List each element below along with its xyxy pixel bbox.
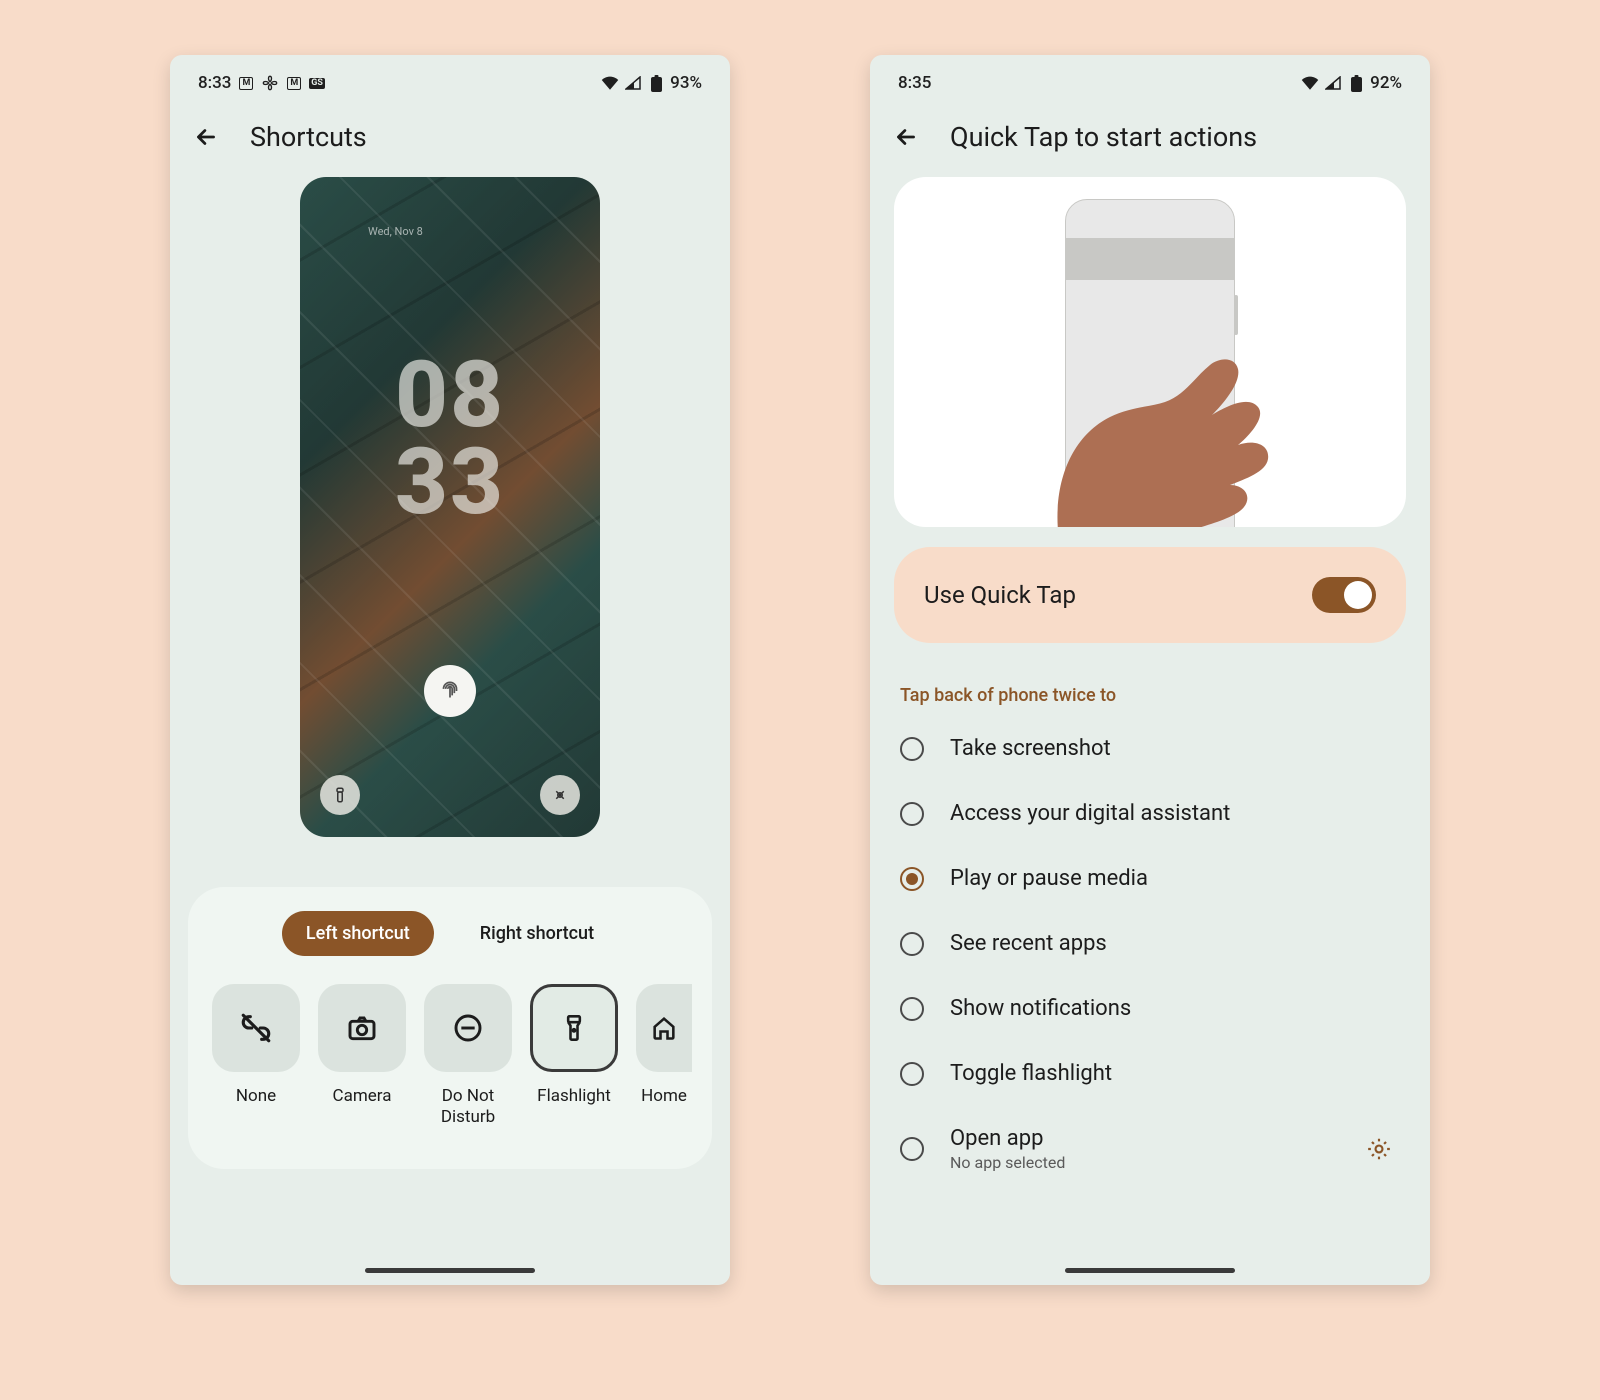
page-title: Shortcuts (250, 121, 367, 153)
radio-icon (900, 1137, 924, 1161)
fingerprint-icon (424, 665, 476, 717)
shortcut-tile[interactable] (318, 984, 406, 1072)
option-flashlight[interactable]: Toggle flashlight (892, 1041, 1408, 1106)
gear-icon (1366, 1136, 1392, 1162)
shortcut-tile[interactable] (636, 984, 692, 1072)
battery-icon (1347, 76, 1365, 90)
tab-row: Left shortcut Right shortcut (206, 911, 694, 956)
shortcut-tile[interactable] (424, 984, 512, 1072)
flashlight-icon (560, 1014, 588, 1042)
shortcut-label: Camera (333, 1086, 392, 1107)
shortcut-picker: Left shortcut Right shortcut None Camera (188, 887, 712, 1169)
fan-icon (261, 76, 279, 90)
shortcut-label: None (236, 1086, 276, 1107)
shortcut-row[interactable]: None Camera Do Not Disturb Flashlight (206, 984, 694, 1129)
shortcut-dnd[interactable]: Do Not Disturb (422, 984, 514, 1129)
status-time: 8:35 (898, 73, 931, 93)
shortcut-home[interactable]: Home (634, 984, 694, 1129)
lock-time-hours: 08 (300, 352, 600, 439)
shortcut-none[interactable]: None (210, 984, 302, 1129)
shortcut-tile[interactable] (212, 984, 300, 1072)
section-label: Tap back of phone twice to (900, 685, 1400, 706)
option-screenshot[interactable]: Take screenshot (892, 716, 1408, 781)
nav-bar[interactable] (1065, 1268, 1235, 1273)
option-assistant[interactable]: Access your digital assistant (892, 781, 1408, 846)
tab-right-shortcut[interactable]: Right shortcut (456, 911, 618, 956)
radio-label: Toggle flashlight (950, 1061, 1400, 1086)
signal-icon (1324, 76, 1342, 90)
wifi-icon (601, 76, 619, 90)
shortcut-label: Flashlight (537, 1086, 611, 1107)
radio-list: Take screenshot Access your digital assi… (870, 716, 1430, 1178)
quicktap-illustration (894, 177, 1406, 527)
radio-sublabel: No app selected (950, 1153, 1332, 1172)
camera-icon (346, 1012, 378, 1044)
shortcut-camera[interactable]: Camera (316, 984, 408, 1129)
status-time: 8:33 (198, 73, 231, 93)
nav-bar[interactable] (365, 1268, 535, 1273)
radio-icon (900, 997, 924, 1021)
radio-label: Access your digital assistant (950, 801, 1400, 826)
radio-icon (900, 802, 924, 826)
shortcut-tile[interactable] (530, 984, 618, 1072)
lockscreen-preview: Wed, Nov 8 08 33 (300, 177, 600, 837)
shortcut-label: Do Not Disturb (422, 1086, 514, 1129)
gmail-icon-2: M (287, 77, 301, 90)
phone-shortcuts: 8:33 M M GS 93% Shortcuts Wed, (170, 55, 730, 1285)
header: Shortcuts (170, 103, 730, 177)
hand-icon (1000, 307, 1320, 527)
lock-time: 08 33 (300, 352, 600, 527)
gs-icon: GS (309, 78, 325, 89)
link-off-icon (239, 1011, 273, 1045)
status-battery-pct: 93% (670, 73, 702, 93)
shortcut-flashlight[interactable]: Flashlight (528, 984, 620, 1129)
lock-time-minutes: 33 (300, 439, 600, 526)
option-recent[interactable]: See recent apps (892, 911, 1408, 976)
option-notifications[interactable]: Show notifications (892, 976, 1408, 1041)
gmail-icon: M (239, 77, 253, 90)
lock-date: Wed, Nov 8 (368, 225, 423, 238)
option-open-app[interactable]: Open app No app selected (892, 1106, 1408, 1178)
open-app-settings-button[interactable] (1358, 1128, 1400, 1170)
radio-label: Take screenshot (950, 736, 1400, 761)
status-battery-pct: 92% (1370, 73, 1402, 93)
radio-label: Play or pause media (950, 866, 1400, 891)
battery-icon (647, 76, 665, 90)
radio-icon (900, 867, 924, 891)
lock-shortcut-left (320, 775, 360, 815)
tab-left-shortcut[interactable]: Left shortcut (282, 911, 434, 956)
option-media[interactable]: Play or pause media (892, 846, 1408, 911)
toggle-label: Use Quick Tap (924, 581, 1076, 609)
radio-label: Show notifications (950, 996, 1400, 1021)
back-button[interactable] (192, 123, 220, 151)
dnd-icon (452, 1012, 484, 1044)
wifi-icon (1301, 76, 1319, 90)
radio-label: Open app (950, 1126, 1332, 1151)
lock-shortcut-right (540, 775, 580, 815)
header: Quick Tap to start actions (870, 103, 1430, 177)
page-title: Quick Tap to start actions (950, 121, 1257, 153)
home-icon (650, 1014, 678, 1042)
signal-icon (624, 76, 642, 90)
phone-quicktap: 8:35 92% Quick Tap to start actions (870, 55, 1430, 1285)
quicktap-toggle-card: Use Quick Tap (894, 547, 1406, 643)
radio-icon (900, 737, 924, 761)
quicktap-toggle[interactable] (1312, 577, 1376, 613)
shortcut-label: Home (641, 1086, 687, 1107)
radio-label: See recent apps (950, 931, 1400, 956)
radio-icon (900, 932, 924, 956)
status-bar: 8:33 M M GS 93% (170, 55, 730, 103)
back-button[interactable] (892, 123, 920, 151)
status-bar: 8:35 92% (870, 55, 1430, 103)
radio-icon (900, 1062, 924, 1086)
